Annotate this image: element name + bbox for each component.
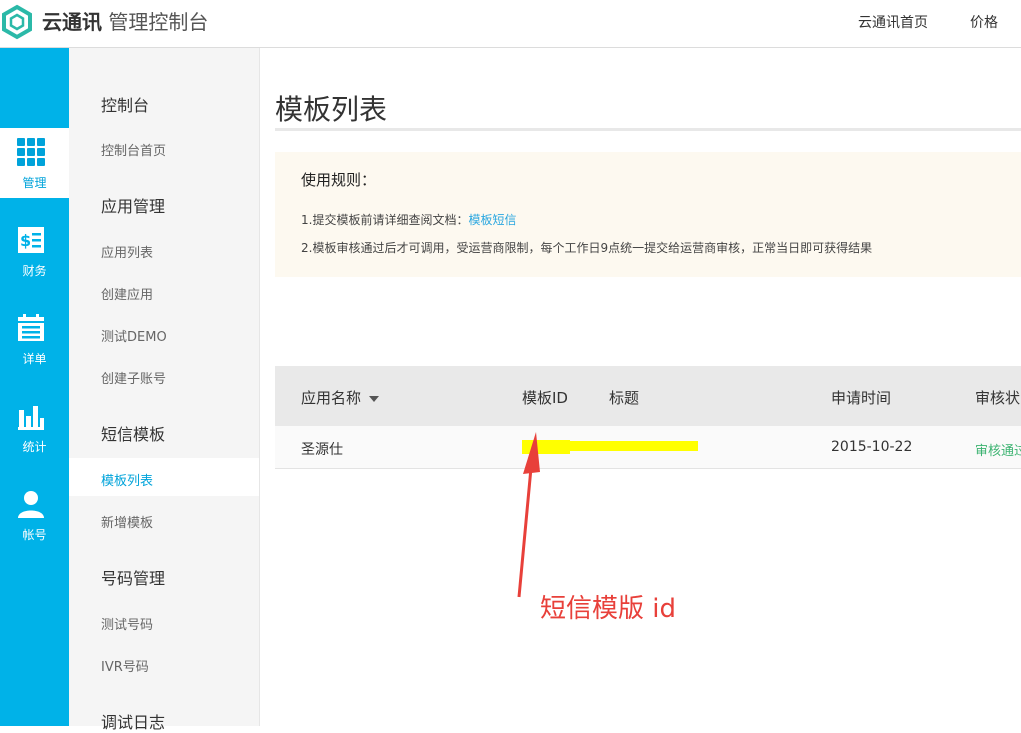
submenu-item-app-list[interactable]: 应用列表 (101, 242, 153, 261)
submenu-item-add-template[interactable]: 新增模板 (101, 512, 153, 531)
cell-review-status: 审核通过 (975, 444, 1021, 459)
rules-line-2: 2.模板审核通过后才可调用，受运营商限制，每个工作日9点统一提交给运营商审核，正… (301, 241, 873, 255)
table-header: 应用名称 模板ID 标题 申请时间 审核状 (275, 366, 1021, 426)
icon-rail: 管理 $ 财务 详单 统计 帐号 (0, 48, 69, 726)
page-title: 模板列表 (275, 93, 388, 126)
doc-link-template-sms[interactable]: 模板短信 (468, 213, 516, 227)
nav-link-home[interactable]: 云通讯首页 (858, 12, 928, 32)
column-header-title: 标题 (609, 389, 640, 407)
column-header-app-name[interactable]: 应用名称 (301, 387, 380, 408)
caret-down-icon[interactable] (369, 395, 380, 402)
submenu-group-debug-logs[interactable]: 调试日志 (101, 709, 165, 733)
submenu-item-test-demo[interactable]: 测试DEMO (101, 326, 167, 345)
cell-apply-date: 2015-10-22 (831, 439, 913, 455)
rail-label: 统计 (22, 440, 47, 454)
grid-icon (17, 138, 45, 166)
brand-title: 云通讯 管理控制台 (42, 6, 208, 35)
rail-label: 管理 (22, 176, 47, 190)
rules-title: 使用规则： (301, 171, 377, 189)
bill-icon: $ (18, 227, 44, 253)
column-header-review-status: 审核状 (975, 389, 1021, 407)
nav-link-pricing[interactable]: 价格 (970, 12, 998, 32)
rail-label: 详单 (22, 352, 47, 366)
redaction-highlight (522, 440, 570, 454)
submenu-item-create-app[interactable]: 创建应用 (101, 284, 153, 303)
rail-item-stats[interactable]: 统计 (0, 392, 69, 462)
svg-text:$: $ (20, 231, 31, 250)
column-header-apply-time: 申请时间 (831, 389, 892, 407)
rules-line-1: 1.提交模板前请详细查阅文档：模板短信 (301, 211, 516, 228)
rail-item-details[interactable]: 详单 (0, 304, 69, 374)
rail-label: 帐号 (22, 528, 47, 542)
submenu-item-console-home[interactable]: 控制台首页 (101, 140, 166, 159)
annotation-label: 短信模版 id (540, 594, 676, 624)
sub-menu: 控制台 控制台首页 应用管理 应用列表 创建应用 测试DEMO 创建子账号 短信… (69, 48, 260, 732)
submenu-group-numbers: 号码管理 (101, 569, 166, 588)
cell-app-name: 圣源仕 (301, 442, 343, 458)
user-icon (18, 491, 44, 518)
rail-item-manage[interactable]: 管理 (0, 128, 69, 198)
column-header-label: 应用名称 (301, 389, 362, 407)
submenu-item-template-list[interactable]: 模板列表 (101, 470, 153, 489)
column-header-template-id: 模板ID (522, 389, 568, 407)
rules-line-1-text: 1.提交模板前请详细查阅文档： (301, 213, 469, 227)
submenu-item-create-subaccount[interactable]: 创建子账号 (101, 368, 166, 387)
submenu-group-apps: 应用管理 (101, 197, 166, 216)
submenu-item-ivr-numbers[interactable]: IVR号码 (101, 656, 149, 675)
submenu-group-sms-templates: 短信模板 (101, 425, 166, 444)
top-header: 云通讯 管理控制台 云通讯首页 价格 (0, 0, 1021, 48)
submenu-active-bg (69, 458, 259, 496)
rail-item-account[interactable]: 帐号 (0, 480, 69, 550)
submenu-item-test-numbers[interactable]: 测试号码 (101, 614, 153, 633)
title-divider (275, 128, 1021, 131)
bar-chart-icon (18, 406, 44, 430)
brand-subtitle: 管理控制台 (108, 10, 209, 34)
logo-icon (1, 4, 32, 40)
rail-label: 财务 (22, 264, 47, 278)
redaction-highlight (568, 441, 698, 451)
submenu-group-console: 控制台 (101, 96, 150, 115)
brand-name: 云通讯 (42, 10, 102, 34)
usage-rules-box: 使用规则： 1.提交模板前请详细查阅文档：模板短信 2.模板审核通过后才可调用，… (275, 152, 1021, 277)
rail-item-finance[interactable]: $ 财务 (0, 216, 69, 286)
calendar-list-icon (18, 314, 44, 341)
